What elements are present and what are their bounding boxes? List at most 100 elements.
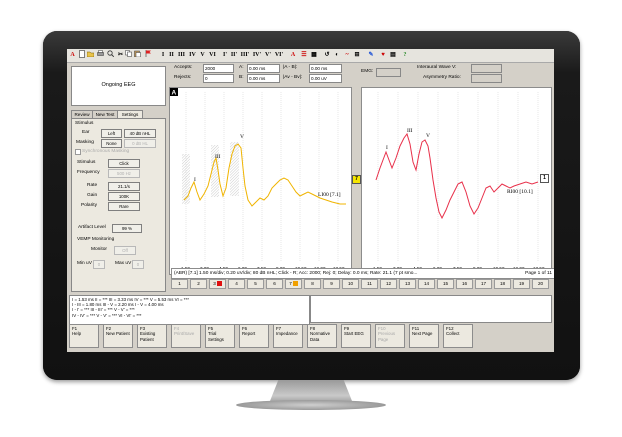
paste-icon[interactable]: [134, 50, 141, 60]
wave-marker-4[interactable]: IV: [188, 50, 197, 60]
masking-level-button[interactable]: 0 dB HL: [124, 139, 156, 148]
layout-icon[interactable]: ⊞: [353, 50, 361, 60]
wave-marker-4-prime[interactable]: IV': [252, 50, 262, 60]
wave-marker-6[interactable]: VI: [208, 50, 217, 60]
wave-marker-1[interactable]: I: [160, 50, 166, 60]
fkey-f4[interactable]: F4 Print/Save: [171, 324, 201, 348]
print-icon[interactable]: [97, 50, 104, 60]
fkey-f1[interactable]: F1 Help: [69, 324, 99, 348]
page-button[interactable]: 11: [361, 279, 378, 289]
page-button[interactable]: 1: [171, 279, 188, 289]
frequency-button[interactable]: 500 Hz: [108, 169, 140, 178]
contrast-icon[interactable]: ◐: [333, 50, 341, 60]
wave-marker-3[interactable]: III: [177, 50, 186, 60]
page-button-label: 3: [213, 281, 216, 286]
heart-icon[interactable]: ♥: [379, 50, 387, 60]
right-trace-label: RI00 [10.1]: [507, 189, 533, 195]
open-icon[interactable]: [86, 50, 95, 60]
page-button[interactable]: 9: [323, 279, 340, 289]
wave-icon[interactable]: ~: [343, 50, 351, 60]
stimulus-type-button[interactable]: Click: [108, 159, 140, 168]
fkey-f8[interactable]: F8 Normative Data: [307, 324, 337, 348]
new-doc-icon[interactable]: [78, 50, 85, 60]
wave-marker-5-prime[interactable]: V': [264, 50, 272, 60]
search-icon[interactable]: [107, 50, 115, 60]
page-button[interactable]: 13: [399, 279, 416, 289]
page-button[interactable]: 2: [190, 279, 207, 289]
artifact-level-button[interactable]: 99 %: [112, 224, 142, 233]
avbv-value: 0.00 uV: [309, 74, 342, 83]
fkey-f10[interactable]: F10 Previous Page: [375, 324, 405, 348]
table-icon[interactable]: ▤: [389, 50, 397, 60]
a-value: 0.00 ms: [247, 64, 280, 73]
page-button-label: 17: [480, 281, 487, 286]
page-button-label: 1: [178, 281, 181, 286]
list-icon[interactable]: ☰: [300, 50, 308, 60]
ongoing-eeg-label: Ongoing EEG: [101, 82, 136, 88]
rate-button[interactable]: 21.1/s: [108, 182, 140, 191]
left-grid: [185, 92, 339, 262]
copy-icon[interactable]: [125, 50, 132, 60]
page-button[interactable]: 10: [342, 279, 359, 289]
page-button[interactable]: 12: [380, 279, 397, 289]
ear-level-button[interactable]: 40 dB nHL: [124, 129, 156, 138]
ear-button[interactable]: Left: [101, 129, 122, 138]
grid-icon[interactable]: ▦: [310, 50, 318, 60]
sync-masking-checkbox[interactable]: [75, 149, 81, 155]
fkey-f3[interactable]: F3 Existing Patient: [137, 324, 167, 348]
fkey-f5[interactable]: F5 Trial Settings: [205, 324, 235, 348]
page-button[interactable]: 19: [513, 279, 530, 289]
page-button[interactable]: 14: [418, 279, 435, 289]
fkey-f2[interactable]: F2 New Patient: [103, 324, 133, 348]
text-tool-icon[interactable]: A: [69, 50, 76, 60]
marker-a-icon[interactable]: A: [289, 50, 297, 60]
fkey-f11[interactable]: F11 Next Page: [409, 324, 439, 348]
page-button[interactable]: 17: [475, 279, 492, 289]
notes-panel[interactable]: [310, 295, 552, 323]
vemp-min-button[interactable]: 0: [93, 260, 105, 269]
page-button[interactable]: 6: [266, 279, 283, 289]
wave-marker-2[interactable]: II: [168, 50, 175, 60]
waveform-area: A I III V LI00 [7.1] 1.503.004.506.007.5…: [169, 87, 552, 280]
vemp-max-button[interactable]: 0: [132, 260, 144, 269]
right-waveform-svg: I III V RI00 [10.1] 1.503.004.506.007.50…: [373, 92, 545, 271]
help-icon[interactable]: ?: [401, 50, 409, 60]
center-channel-marker[interactable]: 7: [352, 175, 361, 184]
page-button[interactable]: 15: [437, 279, 454, 289]
fkey-f9[interactable]: F9 Start EEG: [341, 324, 371, 348]
page-button-label: 5: [254, 281, 257, 286]
gain-button[interactable]: 100K: [108, 192, 140, 201]
wave-marker-2-prime[interactable]: II': [230, 50, 238, 60]
eeg-preview: Ongoing EEG: [71, 66, 166, 106]
left-ear-plot[interactable]: A I III V LI00 [7.1] 1.503.004.506.007.5…: [169, 87, 352, 275]
fkey-f7[interactable]: F7 Impedance: [273, 324, 303, 348]
page-button-label: 15: [442, 281, 449, 286]
polarity-button[interactable]: Rare: [108, 202, 140, 211]
masking-button[interactable]: None: [101, 139, 122, 148]
page-button[interactable]: 8: [304, 279, 321, 289]
edit-icon[interactable]: ✎: [367, 50, 375, 60]
flag-icon[interactable]: [145, 50, 152, 60]
cut-icon[interactable]: ✂: [117, 50, 124, 60]
page-button-label: 11: [367, 281, 372, 286]
left-plot-marker: A: [172, 90, 177, 97]
right-ear-plot[interactable]: I III V RI00 [10.1] 1.503.004.506.007.50…: [361, 87, 552, 275]
page-button[interactable]: 3: [209, 279, 226, 289]
right-channel-marker[interactable]: 1: [540, 174, 549, 183]
wave-marker-1-prime[interactable]: I': [222, 50, 228, 60]
vemp-monitor-label: Monitor: [91, 247, 107, 252]
vemp-heading: VEMP Monitoring: [77, 237, 115, 242]
page-button[interactable]: 18: [494, 279, 511, 289]
wave-marker-6-prime[interactable]: VI': [274, 50, 284, 60]
page-button[interactable]: 4: [228, 279, 245, 289]
undo-icon[interactable]: ↺: [323, 50, 331, 60]
page-button[interactable]: 7: [285, 279, 302, 289]
page-button[interactable]: 16: [456, 279, 473, 289]
fkey-f12[interactable]: F12 Collect: [443, 324, 473, 348]
page-button[interactable]: 5: [247, 279, 264, 289]
page-button[interactable]: 20: [532, 279, 549, 289]
fkey-f6[interactable]: F6 Report: [239, 324, 269, 348]
wave-marker-3-prime[interactable]: III': [240, 50, 250, 60]
wave-marker-5[interactable]: V: [199, 50, 206, 60]
vemp-monitor-button[interactable]: Off: [114, 246, 136, 255]
